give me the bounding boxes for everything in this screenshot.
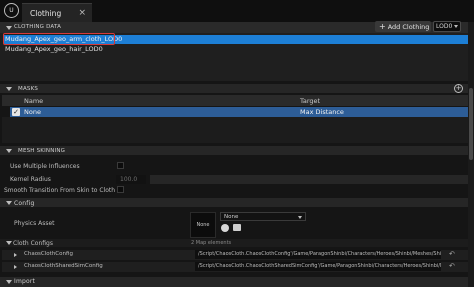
scrollbar-thumb[interactable] (469, 88, 473, 160)
reset-arrow-icon[interactable]: ↶ (449, 250, 455, 258)
masks-header[interactable] (0, 84, 468, 93)
config-entry-name: ChaosClothConfig (24, 251, 73, 257)
physics-asset-value: None (224, 214, 239, 220)
folder-icon[interactable] (233, 224, 241, 231)
masks-title: MASKS (18, 86, 39, 92)
list-item-label[interactable]: Mudang_Apex_geo_hair_LOD0 (5, 45, 103, 53)
config-entry-path[interactable]: /Script/ChaosCloth.ChaosClothConfig'/Gam… (195, 250, 441, 259)
use-multiple-influences-label: Use Multiple Influences (10, 163, 80, 170)
clothing-data-title: CLOTHING DATA (14, 24, 62, 30)
masks-list-body (2, 117, 468, 143)
checkmark-icon[interactable]: ✓ (12, 108, 20, 116)
column-target[interactable]: Target (300, 97, 320, 105)
highlight-outline (3, 33, 115, 45)
mesh-skinning-header[interactable] (0, 146, 468, 155)
add-clothing-label: Add Clothing (387, 22, 430, 31)
expand-caret-icon[interactable] (14, 265, 17, 269)
physics-asset-dropdown[interactable]: None (220, 212, 306, 221)
cloth-configs-label: Cloth Configs (13, 240, 53, 247)
collapse-caret-icon[interactable] (6, 280, 12, 284)
tab-clothing[interactable]: Clothing × (22, 3, 92, 22)
expand-caret-icon[interactable] (14, 253, 17, 257)
smooth-transition-label: Smooth Transition From Skin to Cloth (4, 187, 116, 194)
reset-arrow-icon[interactable]: ↶ (449, 262, 455, 270)
masks-table-header (2, 95, 468, 106)
add-clothing-button[interactable]: + Add Clothing (375, 21, 431, 32)
tab-label: Clothing (30, 8, 62, 18)
collapse-caret-icon[interactable] (6, 241, 12, 245)
cloth-configs-count: 2 Map elements (191, 240, 232, 246)
chevron-down-icon (298, 216, 302, 219)
kernel-radius-label: Kernel Radius (10, 176, 51, 183)
physics-asset-label: Physics Asset (14, 220, 55, 227)
use-multiple-influences-checkbox[interactable] (117, 162, 124, 169)
collapse-caret-icon[interactable] (6, 149, 12, 153)
config-title: Config (14, 200, 35, 207)
collapse-caret-icon[interactable] (6, 26, 12, 30)
collapse-caret-icon[interactable] (6, 201, 12, 205)
browse-asset-icon[interactable] (221, 224, 229, 232)
close-tab-icon[interactable]: × (78, 8, 86, 18)
config-entry-path[interactable]: /Script/ChaosCloth.ChaosClothSharedSimCo… (195, 262, 441, 271)
collapse-caret-icon[interactable] (6, 87, 12, 91)
mask-target: Max Distance (300, 108, 344, 116)
kernel-radius-input[interactable]: 100.0 (116, 175, 146, 184)
lod-dropdown[interactable]: LOD0 (433, 21, 461, 32)
chevron-down-icon (454, 25, 459, 28)
config-entry-name: ChaosClothSharedSimConfig (24, 263, 103, 269)
plus-circle-icon[interactable]: + (454, 84, 463, 93)
mask-name: None (24, 108, 41, 116)
unreal-logo-icon: U (4, 3, 19, 18)
import-header[interactable] (0, 277, 468, 287)
column-name[interactable]: Name (24, 97, 43, 105)
config-header[interactable] (0, 198, 468, 207)
smooth-transition-checkbox[interactable] (117, 186, 124, 193)
mask-row[interactable] (10, 107, 468, 117)
physics-asset-thumbnail[interactable]: None (190, 212, 216, 238)
kernel-radius-slider[interactable] (150, 175, 468, 184)
lod-value: LOD0 (436, 23, 453, 30)
import-title: Import (14, 278, 36, 285)
cloth-configs-row (0, 239, 468, 247)
mesh-skinning-title: MESH SKINNING (18, 148, 66, 154)
plus-icon: + (379, 21, 386, 31)
